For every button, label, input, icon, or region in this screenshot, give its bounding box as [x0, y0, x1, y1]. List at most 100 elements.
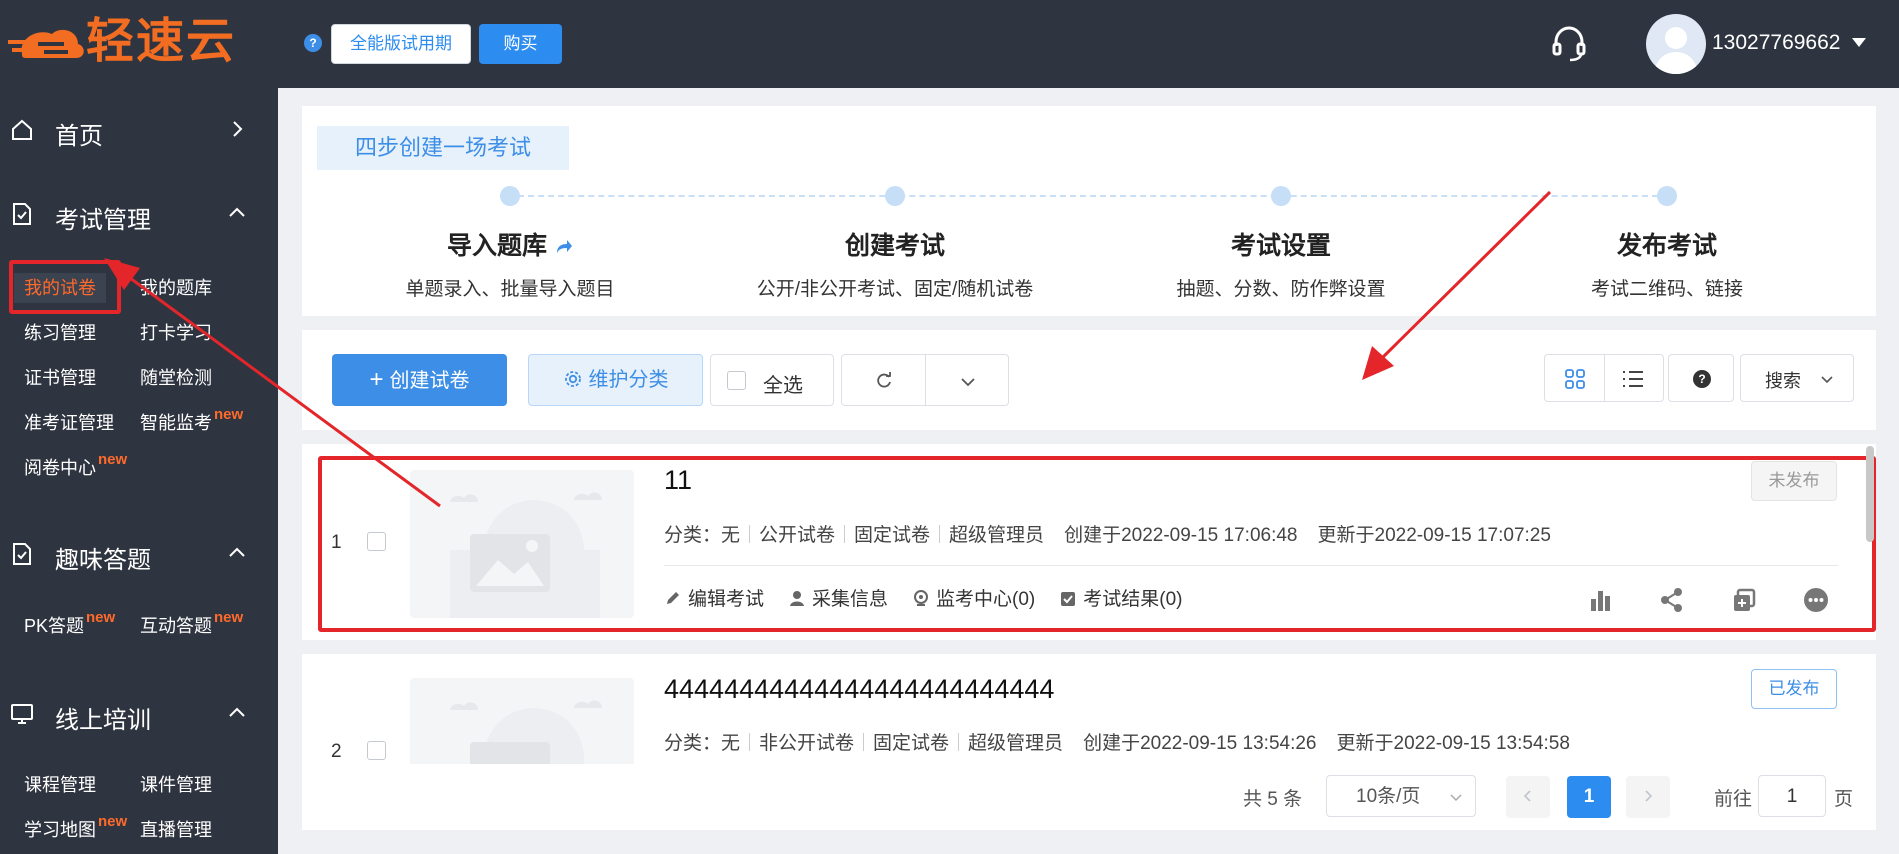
question-icon: ?	[1693, 370, 1711, 388]
exam-thumbnail[interactable]	[410, 678, 634, 764]
step-dot	[500, 186, 520, 206]
create-paper-label: 创建试卷	[389, 370, 470, 392]
new-badge: new	[214, 406, 244, 423]
chevron-down-icon	[1450, 794, 1462, 802]
list-view-icon[interactable]	[1621, 367, 1645, 391]
sidebar-item-exam-management[interactable]: 考试管理	[0, 194, 278, 234]
trial-button[interactable]: 全能版试用期	[331, 24, 471, 64]
top-bar: 轻速云 ? 全能版试用期 购买 13027769662	[0, 0, 1899, 88]
prev-page-button[interactable]	[1506, 776, 1550, 818]
sidebar-item-fun-quiz[interactable]: 趣味答题	[0, 534, 278, 574]
sidebar-item-pk-quiz[interactable]: PK答题 new	[24, 609, 115, 639]
chevron-down-icon[interactable]	[959, 373, 977, 391]
sidebar-item-checkin[interactable]: 打卡学习	[140, 322, 212, 344]
step-create-desc: 公开/非公开考试、固定/随机试卷	[756, 279, 1034, 300]
step-import-title: 导入题库	[446, 232, 547, 260]
scrollbar[interactable]	[1866, 446, 1874, 542]
sidebar-training-label: 线上培训	[55, 707, 151, 734]
new-badge: new	[86, 609, 116, 626]
user-avatar-icon	[1654, 27, 1698, 74]
chevron-right-icon	[1645, 790, 1653, 802]
step-publish-title: 发布考试	[1616, 232, 1717, 260]
caret-down-icon[interactable]	[1852, 38, 1866, 47]
sidebar-item-home[interactable]: 首页	[0, 110, 278, 150]
sidebar-exam-label: 考试管理	[55, 207, 151, 234]
goto-suffix: 页	[1834, 789, 1854, 810]
goto-prefix: 前往	[1714, 789, 1753, 810]
refresh-icon[interactable]	[874, 371, 894, 391]
chevron-left-icon	[1523, 790, 1531, 802]
share-arrow-icon[interactable]	[553, 237, 573, 257]
sidebar-item-quiz[interactable]: 随堂检测	[140, 367, 212, 389]
step-dot	[885, 186, 905, 206]
status-badge: 已发布	[1751, 669, 1837, 709]
maintain-category-button[interactable]: 维护分类	[528, 354, 703, 406]
logo-text: 轻速云	[86, 15, 237, 68]
exam-updated: 更新于2022-09-15 13:54:58	[1336, 733, 1570, 754]
sidebar-item-interactive-quiz[interactable]: 互动答题 new	[140, 609, 243, 639]
step-import[interactable]: 导入题库	[350, 226, 670, 262]
sidebar-item-smart-proctor[interactable]: 智能监考 new	[140, 406, 243, 436]
gear-icon	[564, 371, 581, 387]
search-dropdown[interactable]: 搜索	[1740, 354, 1854, 402]
sidebar-item-training[interactable]: 线上培训	[0, 694, 278, 734]
headset-icon[interactable]	[1548, 22, 1590, 64]
page-size-select[interactable]: 10条/页	[1326, 775, 1476, 817]
help-icon[interactable]: ?	[304, 34, 322, 52]
exam-title[interactable]: 44444444444444444444444444	[664, 674, 1054, 705]
new-badge: new	[214, 609, 244, 626]
exam-checkbox[interactable]	[367, 741, 386, 760]
refresh-group	[841, 354, 1009, 406]
step-publish-desc: 考试二维码、链接	[1590, 279, 1743, 300]
step-settings-desc: 抽题、分数、防作弊设置	[1176, 279, 1386, 300]
sidebar-grading-label: 阅卷中心	[24, 458, 96, 478]
sidebar-item-courses[interactable]: 课程管理	[24, 774, 96, 796]
sidebar-item-admission-ticket[interactable]: 准考证管理	[24, 412, 114, 434]
plus-icon: +	[369, 366, 384, 393]
sidebar-item-courseware[interactable]: 课件管理	[140, 774, 212, 796]
exam-paper-type: 固定试卷	[873, 733, 950, 754]
monitor-icon	[11, 704, 33, 724]
step-settings-title: 考试设置	[1230, 232, 1331, 260]
select-all-control[interactable]: 全选	[710, 354, 834, 406]
chevron-down-icon	[1821, 376, 1833, 384]
logo[interactable]: 轻速云	[8, 18, 236, 66]
view-toggle	[1544, 354, 1664, 402]
sidebar-home-label: 首页	[55, 123, 103, 150]
exam-owner: 超级管理员	[968, 733, 1064, 754]
steps-title: 四步创建一场考试	[317, 126, 569, 170]
page-size-label: 10条/页	[1356, 786, 1421, 807]
next-page-button[interactable]	[1626, 776, 1670, 818]
sidebar-item-grading[interactable]: 阅卷中心 new	[24, 451, 127, 481]
exam-visibility: 非公开试卷	[759, 733, 855, 754]
sidebar-item-my-question-bank[interactable]: 我的题库	[140, 277, 212, 299]
help-button[interactable]: ?	[1668, 354, 1734, 402]
annotation-highlight-box	[9, 260, 121, 314]
grid-view-icon[interactable]	[1563, 367, 1587, 391]
logo-icon	[8, 29, 84, 58]
divider	[1604, 355, 1605, 401]
sidebar-item-live[interactable]: 直播管理	[140, 819, 212, 841]
select-all-checkbox[interactable]	[727, 371, 746, 390]
total-count: 共 5 条	[1243, 789, 1303, 810]
sidebar-item-learning-map[interactable]: 学习地图 new	[24, 813, 127, 843]
chevron-up-icon	[229, 707, 245, 717]
exam-created: 创建于2022-09-15 13:54:26	[1083, 733, 1317, 754]
sidebar-item-practice[interactable]: 练习管理	[24, 322, 96, 344]
user-phone[interactable]: 13027769662	[1712, 30, 1840, 56]
page-1-button[interactable]: 1	[1567, 776, 1611, 818]
image-placeholder-icon	[450, 700, 602, 764]
chevron-up-icon	[229, 207, 245, 217]
sidebar-item-certificates[interactable]: 证书管理	[24, 367, 96, 389]
buy-button[interactable]: 购买	[479, 24, 562, 64]
document-check-icon	[13, 543, 31, 565]
exam-meta: 分类：无 非公开试卷 固定试卷 超级管理员 创建于2022-09-15 13:54:26…	[664, 728, 1570, 755]
goto-page-input[interactable]: 1	[1758, 775, 1826, 817]
avatar[interactable]	[1646, 14, 1706, 74]
create-paper-button[interactable]: + 创建试卷	[332, 354, 507, 406]
step-connector	[508, 195, 1668, 197]
new-badge: new	[98, 813, 128, 830]
step-create-title: 创建考试	[844, 232, 945, 260]
new-badge: new	[98, 451, 128, 468]
sidebar: 首页 考试管理 我的试卷 我的题库 练习管理 打卡学习 证书管理 随堂检测 准考…	[0, 88, 278, 854]
